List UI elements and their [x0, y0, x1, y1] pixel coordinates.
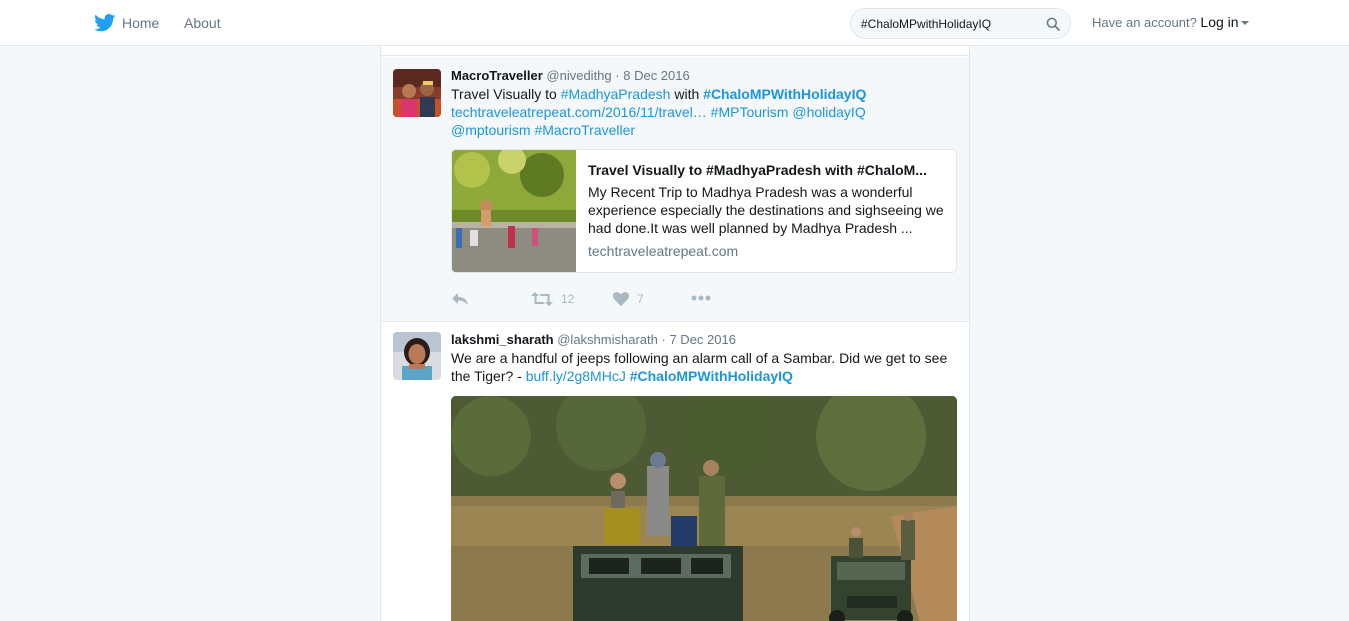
card-title: Travel Visually to #MadhyaPradesh with #… [588, 162, 927, 178]
nav-home-link[interactable]: Home [94, 12, 159, 34]
tweet-date[interactable]: 8 Dec 2016 [623, 68, 690, 83]
avatar[interactable] [393, 69, 441, 117]
card-thumbnail [452, 150, 576, 272]
like-button[interactable]: 7 [613, 292, 644, 306]
reply-button[interactable] [451, 292, 469, 306]
link-preview-card[interactable]: Travel Visually to #MadhyaPradesh with #… [451, 149, 957, 273]
display-name[interactable]: lakshmi_sharath [451, 332, 554, 347]
previous-tweet-edge [381, 46, 969, 56]
reply-icon [452, 293, 468, 305]
twitter-bird-icon [94, 14, 116, 32]
tweet-actions: 12 7 [451, 292, 751, 312]
search-box [850, 8, 1071, 39]
mention-link[interactable]: @holidayIQ [792, 104, 865, 120]
retweet-count: 12 [561, 292, 575, 306]
tweet[interactable]: MacroTraveller @nivedithg · 8 Dec 2016 T… [381, 57, 969, 322]
heart-icon [613, 292, 629, 306]
tweet-header: lakshmi_sharath @lakshmisharath · 7 Dec … [451, 332, 736, 347]
tweet-header: MacroTraveller @nivedithg · 8 Dec 2016 [451, 68, 690, 83]
tweet-text: We are a handful of jeeps following an a… [451, 349, 961, 385]
card-domain: techtraveleatrepeat.com [588, 243, 739, 259]
nav-about-link[interactable]: About [184, 15, 221, 31]
handle[interactable]: @nivedithg [546, 68, 611, 83]
avatar[interactable] [393, 332, 441, 380]
search-icon[interactable] [1046, 17, 1060, 31]
account-area: Have an account? Log in [1092, 14, 1249, 30]
retweet-icon [531, 292, 553, 306]
handle[interactable]: @lakshmisharath [557, 332, 658, 347]
jeep-safari-photo [451, 396, 957, 621]
more-button[interactable] [691, 295, 711, 301]
hashtag-link[interactable]: #MadhyaPradesh [561, 86, 671, 102]
account-prompt: Have an account? [1092, 15, 1197, 30]
url-link[interactable]: buff.ly/2g8MHcJ [526, 368, 626, 384]
top-navigation-bar: Home About Have an account? Log in [0, 0, 1349, 46]
nav-home-label: Home [122, 15, 160, 31]
tweet-photo[interactable] [451, 396, 957, 621]
tweet[interactable]: lakshmi_sharath @lakshmisharath · 7 Dec … [381, 322, 969, 621]
like-count: 7 [637, 292, 644, 306]
login-label: Log in [1200, 14, 1239, 30]
hashtag-link[interactable]: #MPTourism [711, 104, 789, 120]
url-link[interactable]: techtraveleatrepeat.com/2016/11/travel… [451, 104, 707, 120]
search-input[interactable] [861, 15, 1041, 33]
avatar-image [393, 69, 441, 117]
timeline: MacroTraveller @nivedithg · 8 Dec 2016 T… [380, 46, 970, 621]
hashtag-link[interactable]: #ChaloMPWithHolidayIQ [630, 368, 793, 384]
hashtag-link[interactable]: #MacroTraveller [534, 122, 635, 138]
mention-link[interactable]: @mptourism [451, 122, 531, 138]
tweet-date[interactable]: 7 Dec 2016 [669, 332, 736, 347]
hashtag-link[interactable]: #ChaloMPWithHolidayIQ [703, 86, 866, 102]
more-icon [691, 295, 711, 301]
card-description: My Recent Trip to Madhya Pradesh was a w… [588, 184, 944, 236]
text-segment: with [670, 86, 704, 102]
text-segment: Travel Visually to [451, 86, 561, 102]
avatar-image [393, 332, 441, 380]
retweet-button[interactable]: 12 [531, 292, 574, 306]
display-name[interactable]: MacroTraveller [451, 68, 543, 83]
login-link[interactable]: Log in [1200, 14, 1249, 30]
caret-down-icon [1240, 21, 1249, 26]
tweet-text: Travel Visually to #MadhyaPradesh with #… [451, 85, 961, 139]
